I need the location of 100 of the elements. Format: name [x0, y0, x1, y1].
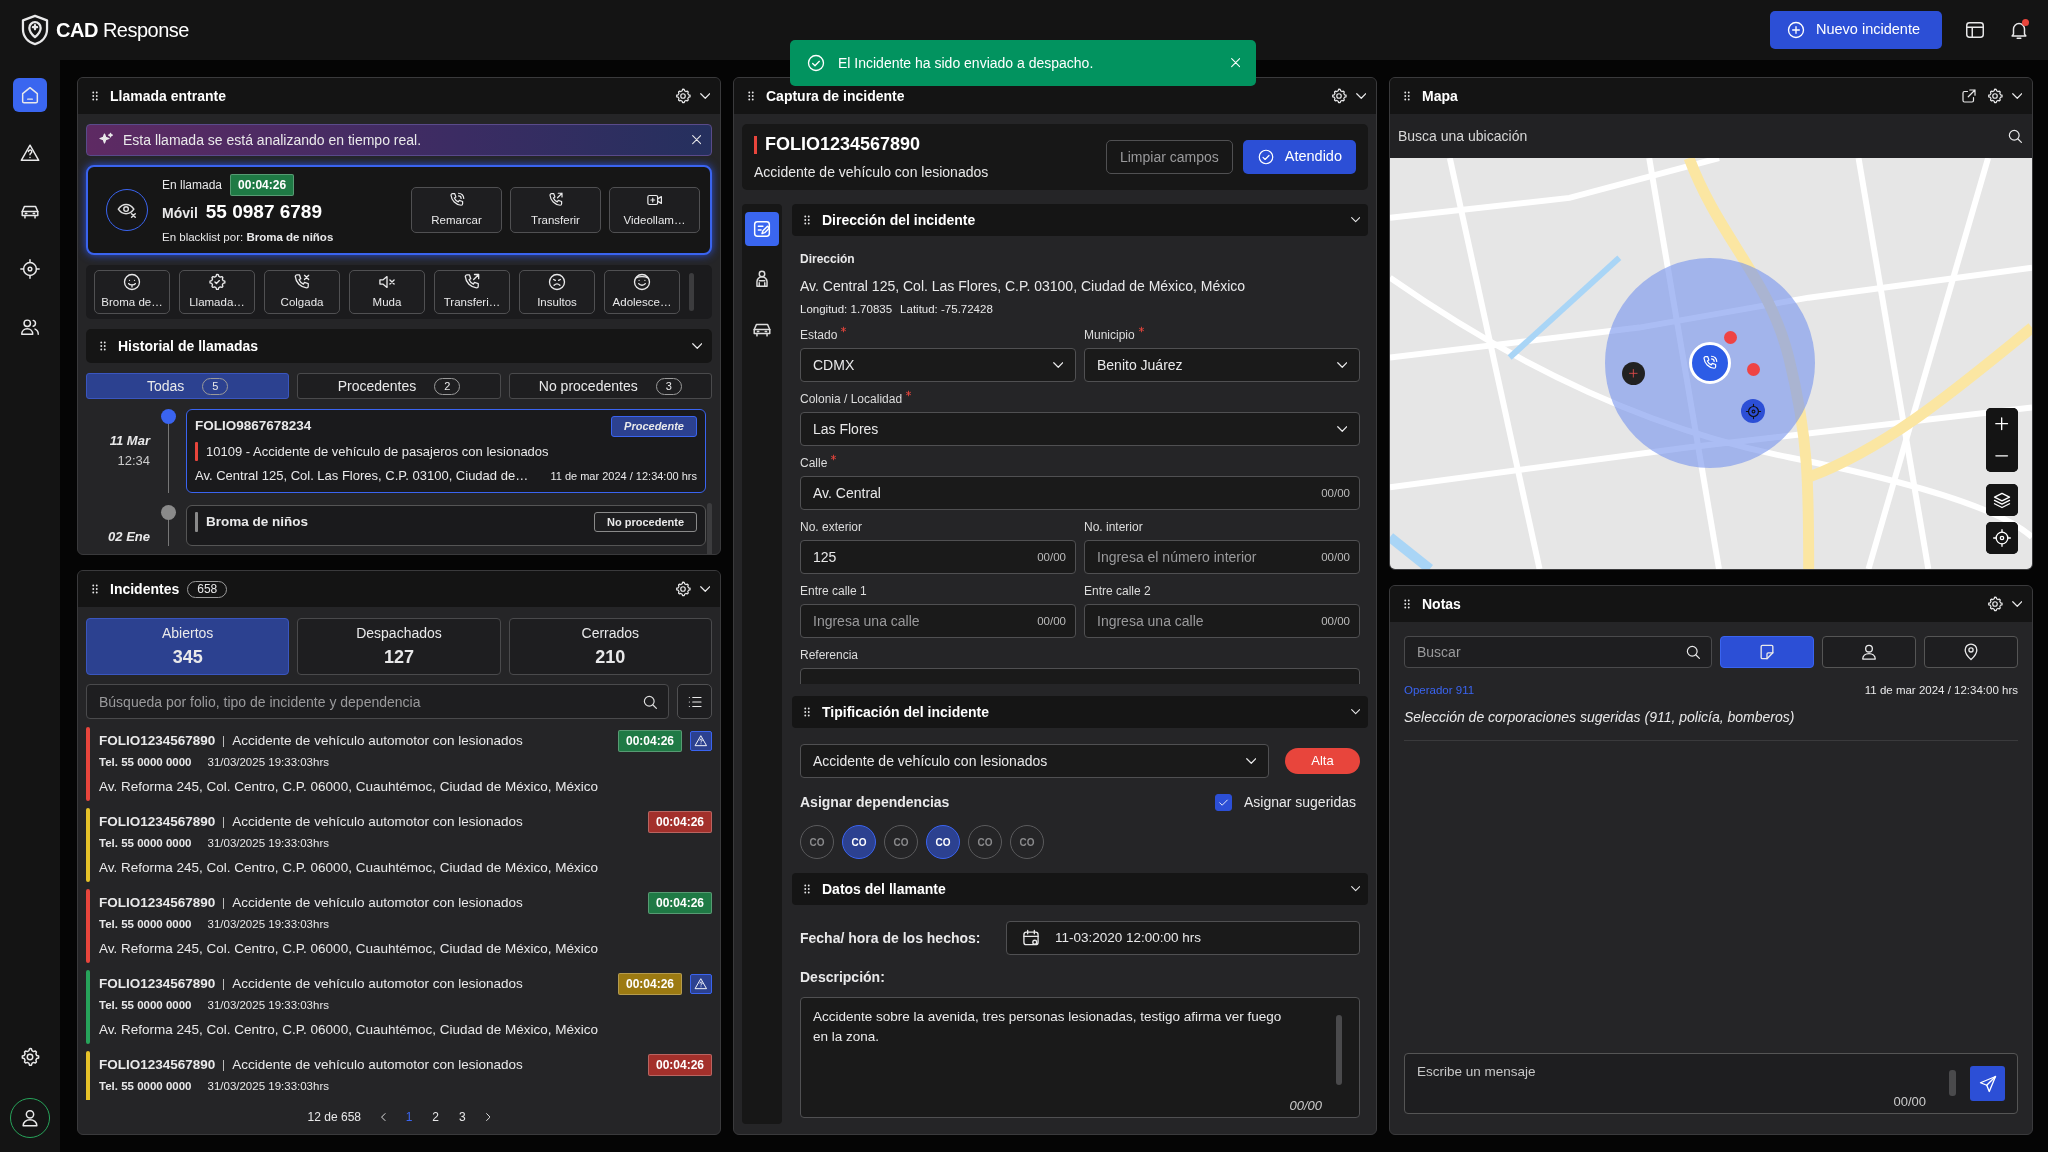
- face-icon: [122, 272, 142, 293]
- previous-page-button[interactable]: [381, 1112, 386, 1122]
- user-icon: [1859, 642, 1879, 662]
- layers-icon: [1992, 490, 2012, 510]
- incident-timer: 00:04:26: [617, 973, 682, 995]
- settings-button[interactable]: [673, 87, 692, 105]
- char-counter: 00/00: [1289, 1096, 1322, 1115]
- field-label: Dirección: [800, 251, 856, 268]
- collapse-button[interactable]: [2011, 93, 2022, 99]
- field-label: Entre calle 2: [1084, 583, 1151, 601]
- open-external-button[interactable]: [1959, 87, 1978, 105]
- call-tag-button[interactable]: Broma de…: [94, 270, 170, 314]
- status-tab[interactable]: Abiertos 345: [86, 618, 290, 675]
- list-view-button[interactable]: [677, 684, 712, 719]
- collapse-button[interactable]: [699, 93, 710, 99]
- collapse-button[interactable]: [691, 343, 702, 349]
- dropdown[interactable]: Las Flores: [800, 412, 1360, 447]
- chevron-down-icon: [1336, 362, 1347, 369]
- incident-folio: FOLIO1234567890: [99, 893, 216, 912]
- status-tab[interactable]: Cerrados 210: [508, 618, 712, 675]
- incident-phone: Tel. 55 0000 0000: [99, 1079, 192, 1094]
- chevron-down-icon: [1350, 886, 1360, 892]
- filter-button[interactable]: [1720, 636, 1814, 668]
- call-date: 11 Mar: [109, 432, 150, 450]
- call-history-card[interactable]: FOLIO9867678234 Procedente 10109 - Accidente de vehículo de pasajeros con lesionados Av. Central 125, Col. Las Flores, C.P. 03100, Ciudad de… 11 de mar 2024 / 12:34:00 hrs: [186, 409, 706, 493]
- incident-date: 31/03/2025 19:33:03hrs: [207, 755, 329, 770]
- settings-button[interactable]: [673, 580, 692, 598]
- filter-button[interactable]: [1924, 636, 2018, 668]
- layers-button[interactable]: [1986, 484, 2018, 516]
- incident-phone: Tel. 55 0000 0000: [99, 836, 192, 851]
- dropdown[interactable]: Benito Juárez: [1084, 348, 1360, 383]
- search-field[interactable]: Buscar: [1404, 636, 1712, 668]
- checkbox-label: Asignar sugeridas: [1243, 793, 1356, 812]
- call-datetime: 11 de mar 2024 / 12:34:00 hrs: [550, 468, 697, 484]
- settings-button[interactable]: [1985, 595, 2004, 613]
- chevron-left-icon: [381, 1112, 386, 1122]
- call-history-card[interactable]: Broma de niños No procedente: [186, 504, 706, 546]
- users-icon: [19, 316, 41, 338]
- attended-button[interactable]: Atendido: [1242, 140, 1356, 174]
- call-tag-button[interactable]: Llamada…: [179, 270, 255, 314]
- next-page-button[interactable]: [485, 1112, 491, 1122]
- clear-fields-button[interactable]: Limpiar campos: [1105, 140, 1233, 174]
- call-action-button[interactable]: Remarcar: [411, 187, 502, 233]
- face-icon: [632, 272, 652, 293]
- warning-icon: [694, 977, 708, 991]
- search-field[interactable]: Busca una ubicación: [1390, 114, 2032, 158]
- dropdown[interactable]: CDMX: [800, 348, 1076, 383]
- call-action-button[interactable]: Transferir: [510, 187, 601, 233]
- incident-type: Accidente de vehículo automotor con lesionados: [232, 1055, 523, 1074]
- checkbox[interactable]: [1214, 794, 1232, 811]
- incident-type: Accidente de vehículo automotor con lesionados: [232, 812, 523, 831]
- chevron-down-icon: [699, 93, 710, 99]
- search-field[interactable]: Búsqueda por folio, tipo de incidente y dependencia: [86, 684, 669, 719]
- settings-button[interactable]: [1985, 87, 2004, 105]
- call-status: En llamada: [162, 177, 223, 195]
- date-field[interactable]: 11-03:2020 12:00:00 hrs: [1006, 921, 1360, 955]
- blacklist-reason: En blacklist por: Broma de niños: [162, 229, 334, 245]
- call-tag-button[interactable]: Colgada: [264, 270, 340, 314]
- chevron-down-icon: [2011, 93, 2022, 99]
- nav-item[interactable]: [13, 78, 47, 112]
- home-icon: [19, 84, 41, 106]
- page-link[interactable]: 3: [459, 1108, 466, 1126]
- filter-tab[interactable]: No procedentes 3: [508, 373, 712, 399]
- call-tag-button[interactable]: Adolesce…: [604, 270, 680, 314]
- dropdown[interactable]: Accidente de vehículo con lesionados: [800, 744, 1269, 778]
- field-label: Referencia: [800, 647, 859, 665]
- collapse-button[interactable]: [1355, 93, 1366, 99]
- collapse-button[interactable]: [1350, 886, 1360, 892]
- filter-button[interactable]: [1822, 636, 1916, 668]
- alert-button[interactable]: [690, 974, 712, 994]
- call-tag-button[interactable]: Insultos: [519, 270, 595, 314]
- filter-tab[interactable]: Todas 5: [86, 373, 290, 399]
- call-action-button[interactable]: Videollam…: [609, 187, 700, 233]
- settings-button[interactable]: [1329, 87, 1348, 105]
- status-tag: Procedente: [611, 416, 697, 437]
- call-tag-button[interactable]: Transferi…: [434, 270, 510, 314]
- alert-button[interactable]: [690, 731, 712, 751]
- collapse-button[interactable]: [1350, 217, 1360, 223]
- collapse-button[interactable]: [1350, 709, 1360, 715]
- send-button[interactable]: [1970, 1066, 2005, 1101]
- char-counter: 00/00: [1893, 1092, 1926, 1111]
- status-tab[interactable]: Despachados 127: [297, 618, 501, 675]
- locate-button[interactable]: [1986, 522, 2018, 554]
- collapse-button[interactable]: [2011, 601, 2022, 607]
- section-title: Tipificación del incidente: [822, 702, 989, 722]
- agency-toggle[interactable]: CO: [842, 825, 876, 859]
- new-incident-button[interactable]: Nuevo incidente: [1770, 11, 1942, 49]
- call-tag-button[interactable]: Muda: [349, 270, 425, 314]
- chevron-down-icon: [1355, 93, 1366, 99]
- field-label: Descripción:: [800, 968, 886, 987]
- filter-tab[interactable]: Procedentes 2: [297, 373, 501, 399]
- priority-button[interactable]: Alta: [1285, 748, 1360, 774]
- field-label: No. exterior: [800, 519, 863, 537]
- close-button[interactable]: [691, 135, 701, 145]
- incident-type: Broma de niños: [206, 512, 308, 531]
- agency-toggle[interactable]: CO: [926, 825, 960, 859]
- collapse-button[interactable]: [699, 586, 710, 592]
- page-link[interactable]: 2: [432, 1108, 440, 1126]
- check-icon: [1216, 796, 1230, 809]
- layout-button[interactable]: [1964, 19, 1986, 41]
